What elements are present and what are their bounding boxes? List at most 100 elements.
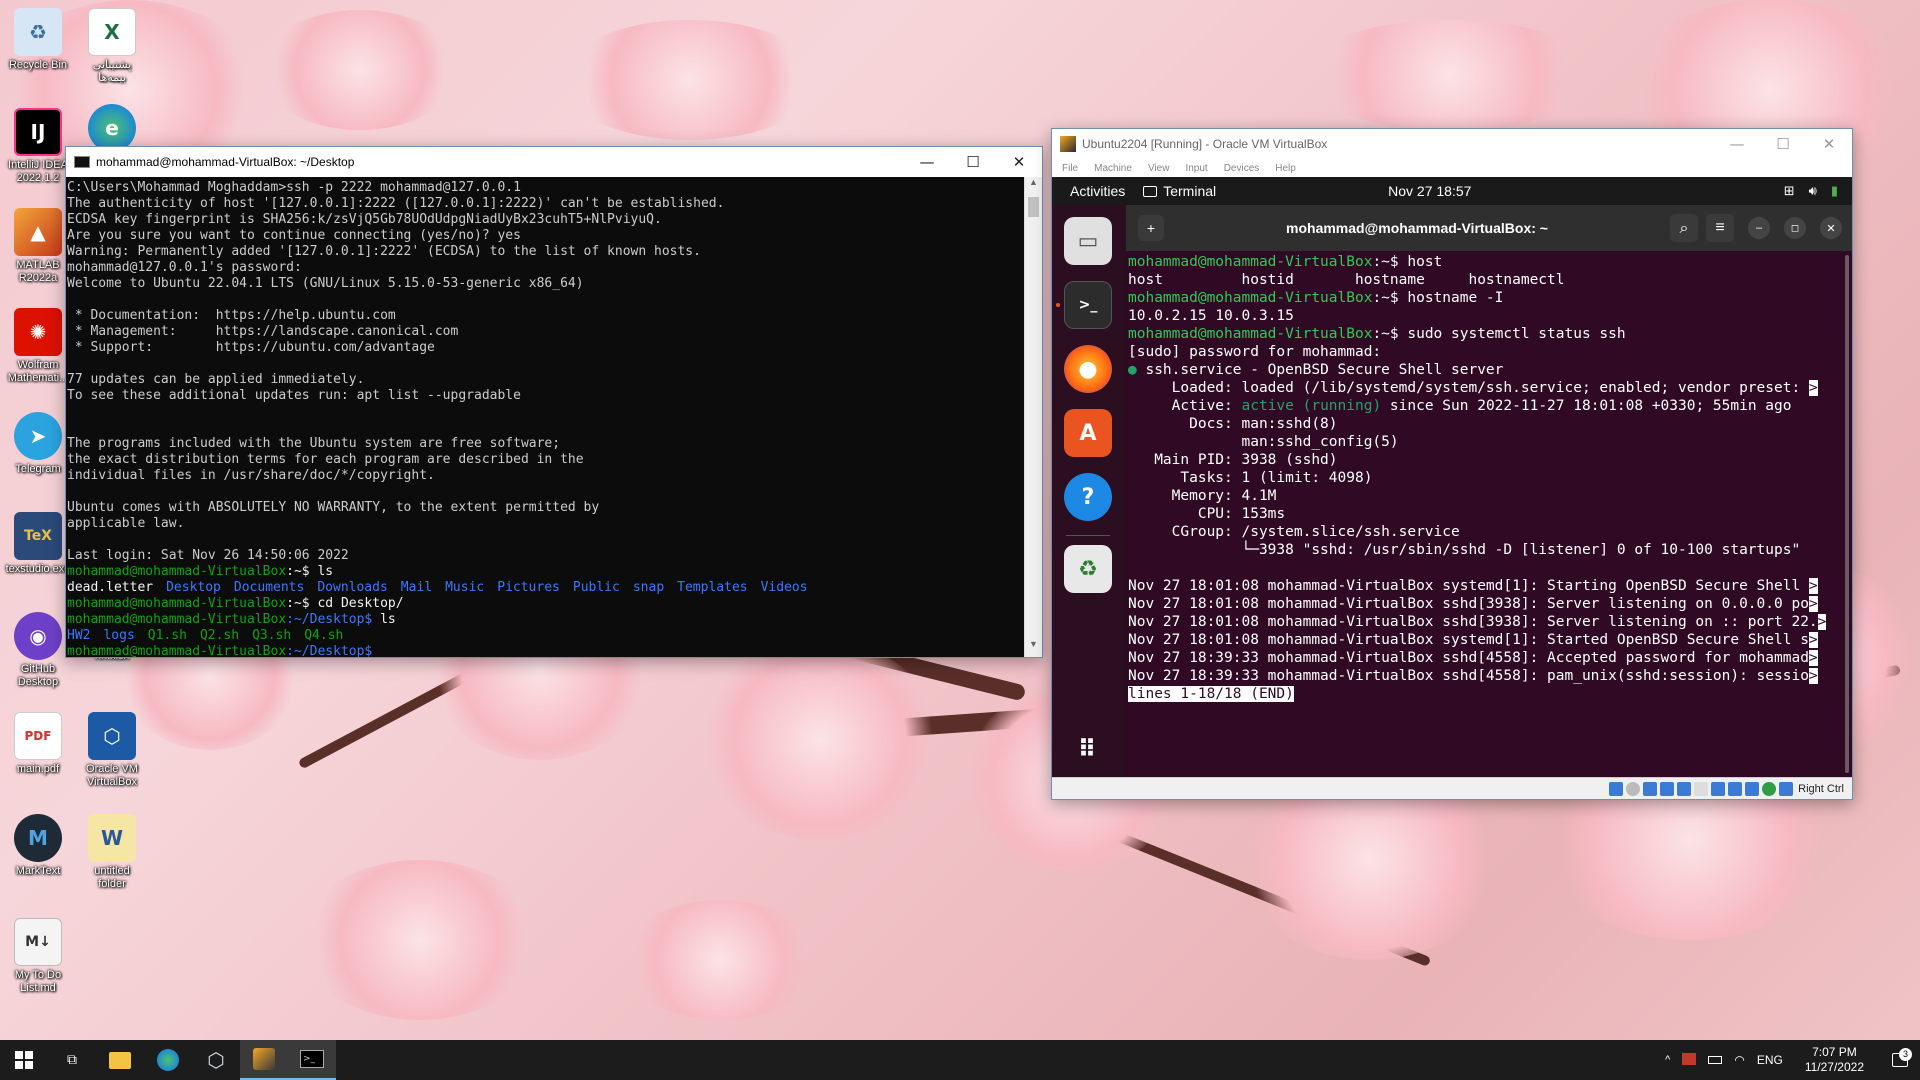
notification-center-button[interactable]: 3 — [1880, 1048, 1920, 1067]
new-tab-icon[interactable]: + — [1138, 215, 1164, 241]
show-apps-icon[interactable]: ⠿ — [1064, 725, 1112, 773]
taskbar-edge[interactable] — [144, 1040, 192, 1080]
minimize-button[interactable]: — — [1714, 129, 1760, 159]
folder-icon — [109, 1051, 131, 1069]
host-key-label: Right Ctrl — [1798, 782, 1844, 795]
help-icon[interactable]: ? — [1064, 473, 1112, 521]
close-button[interactable]: ✕ — [996, 147, 1042, 177]
prompt-user: mohammad@mohammad-VirtualBox — [67, 596, 287, 611]
ls-dir-entry: Downloads — [317, 580, 388, 595]
cmd-app-icon — [74, 156, 90, 168]
cmd-output-line: Last login: Sat Nov 26 14:50:06 2022 — [67, 548, 349, 563]
close-button[interactable]: ✕ — [1820, 217, 1842, 239]
scroll-down-arrow-icon[interactable]: ▼ — [1025, 639, 1042, 657]
language-indicator[interactable]: ENG — [1751, 1053, 1789, 1067]
cmd-prompt-line: mohammad@mohammad-VirtualBox:~/Desktop$ … — [67, 612, 1024, 628]
maximize-button[interactable]: ☐ — [1760, 129, 1806, 159]
menu-file[interactable]: File — [1062, 163, 1078, 174]
overflow-marker: > — [1808, 650, 1818, 666]
cmd-output-line — [67, 420, 1024, 436]
software-center-icon[interactable]: A — [1064, 409, 1112, 457]
audio-icon[interactable] — [1643, 781, 1658, 796]
terminal-prompt-line: mohammad@mohammad-VirtualBox:~$ host — [1128, 253, 1852, 271]
menu-devices[interactable]: Devices — [1224, 163, 1260, 174]
display-icon[interactable] — [1711, 781, 1726, 796]
desktop-icon-marktext[interactable]: M MarkText — [0, 814, 80, 878]
ls-dir-entry: Templates — [677, 580, 748, 595]
cmd-window[interactable]: mohammad@mohammad-VirtualBox: ~/Desktop … — [65, 146, 1043, 658]
firefox-icon[interactable]: ● — [1064, 345, 1112, 393]
tray-app-icon[interactable] — [1676, 1052, 1702, 1068]
desktop-icon-main-pdf[interactable]: PDF main.pdf — [0, 712, 80, 776]
harddisk-icon[interactable] — [1609, 781, 1624, 796]
journal-log-line: Nov 27 18:39:33 mohammad-VirtualBox sshd… — [1128, 667, 1852, 685]
loaded-line: Loaded: loaded (/lib/systemd/system/ssh.… — [1128, 379, 1852, 397]
cmd-titlebar[interactable]: mohammad@mohammad-VirtualBox: ~/Desktop … — [66, 147, 1042, 177]
task-view-button[interactable]: ⧉ — [48, 1040, 96, 1080]
menu-input[interactable]: Input — [1185, 163, 1207, 174]
taskbar-terminal[interactable]: >_ — [288, 1040, 336, 1080]
start-button[interactable] — [0, 1040, 48, 1080]
app-menu[interactable]: Terminal — [1143, 183, 1216, 199]
scroll-thumb[interactable] — [1028, 197, 1039, 217]
cmd-output[interactable]: C:\Users\Mohammad Moghaddam>ssh -p 2222 … — [66, 177, 1024, 657]
desktop-icon-excel-file[interactable]: X پشتیبانی بیمه‌ها — [70, 8, 154, 85]
scroll-up-arrow-icon[interactable]: ▲ — [1025, 177, 1042, 195]
mouse-integration-icon[interactable] — [1779, 781, 1794, 796]
virtualbox-window[interactable]: Ubuntu2204 [Running] - Oracle VM Virtual… — [1051, 128, 1853, 800]
clock-button[interactable]: 7:07 PM 11/27/2022 — [1789, 1045, 1880, 1075]
menu-view[interactable]: View — [1148, 163, 1170, 174]
prompt-path: :~$ — [1372, 254, 1408, 270]
command-text: hostname -I — [1407, 290, 1504, 306]
cmd-output-line: ECDSA key fingerprint is SHA256:k/zsVjQ5… — [67, 212, 662, 227]
close-button[interactable]: ✕ — [1806, 129, 1852, 159]
maximize-button[interactable]: ☐ — [950, 147, 996, 177]
taskbar-file-explorer[interactable] — [96, 1040, 144, 1080]
taskbar-virtualbox[interactable]: ⬡ — [192, 1040, 240, 1080]
shared-folders-icon[interactable] — [1694, 781, 1709, 796]
terminal-headerbar[interactable]: + mohammad@mohammad-VirtualBox: ~ ⌕ ≡ – … — [1126, 205, 1852, 251]
recording-icon[interactable] — [1728, 781, 1743, 796]
battery-icon[interactable] — [1702, 1053, 1728, 1067]
files-icon[interactable]: ▭ — [1064, 217, 1112, 265]
journal-log-text: Nov 27 18:01:08 mohammad-VirtualBox syst… — [1128, 632, 1809, 648]
completion-output: host hostid hostname hostnamectl — [1128, 272, 1565, 288]
desktop-icon-virtualbox[interactable]: ⬡ Oracle VM VirtualBox — [70, 712, 154, 789]
search-icon[interactable]: ⌕ — [1670, 214, 1698, 242]
cmd-window-title: mohammad@mohammad-VirtualBox: ~/Desktop — [96, 155, 355, 169]
terminal-scrollbar[interactable] — [1845, 255, 1849, 773]
show-hidden-icons-icon[interactable]: ^ — [1659, 1054, 1676, 1066]
ubuntu-terminal-output[interactable]: mohammad@mohammad-VirtualBox:~$ host hos… — [1126, 251, 1852, 777]
command-text: cd Desktop/ — [317, 596, 404, 611]
vbox-titlebar[interactable]: Ubuntu2204 [Running] - Oracle VM Virtual… — [1052, 129, 1852, 159]
activities-button[interactable]: Activities — [1052, 183, 1143, 199]
taskbar-virtualbox-vm[interactable] — [240, 1040, 288, 1080]
trash-icon[interactable]: ♻ — [1064, 545, 1112, 593]
hamburger-menu-icon[interactable]: ≡ — [1706, 214, 1734, 242]
guest-additions-icon[interactable] — [1762, 781, 1777, 796]
cmd-scrollbar[interactable]: ▲ ▼ — [1024, 177, 1042, 657]
cmd-output-line: C:\Users\Mohammad Moghaddam>ssh -p 2222 … — [67, 180, 521, 195]
command-text: ls — [317, 564, 334, 579]
clock[interactable]: Nov 27 18:57 — [1388, 183, 1471, 199]
minimize-button[interactable]: — — [904, 147, 950, 177]
docs-line: Docs: man:sshd(8) — [1128, 416, 1338, 432]
menu-help[interactable]: Help — [1275, 163, 1296, 174]
dock-divider — [1066, 535, 1110, 536]
usb-icon[interactable] — [1677, 781, 1692, 796]
vt-x-icon[interactable] — [1745, 781, 1760, 796]
menu-machine[interactable]: Machine — [1094, 163, 1132, 174]
minimize-button[interactable]: – — [1748, 217, 1770, 239]
optical-drive-icon[interactable] — [1626, 781, 1641, 796]
maximize-button[interactable]: ◻ — [1784, 217, 1806, 239]
overflow-marker: > — [1817, 614, 1827, 630]
wifi-icon[interactable]: ◠ — [1728, 1053, 1750, 1067]
desktop-icon-recycle-bin[interactable]: ♻ Recycle Bin — [0, 8, 80, 72]
terminal-icon[interactable]: >_ — [1064, 281, 1112, 329]
journal-log-line: Nov 27 18:01:08 mohammad-VirtualBox sshd… — [1128, 613, 1852, 631]
desktop-icon-todo-md[interactable]: M↓ My To Do List.md — [0, 918, 80, 995]
desktop-icon-untitled-folder[interactable]: W untitled folder — [70, 814, 154, 891]
cmd-prompt-line: mohammad@mohammad-VirtualBox:~/Desktop$ — [67, 644, 1024, 657]
network-adapter-icon[interactable] — [1660, 781, 1675, 796]
system-tray[interactable]: ⊞ 🔊︎ ▮ — [1784, 184, 1852, 199]
